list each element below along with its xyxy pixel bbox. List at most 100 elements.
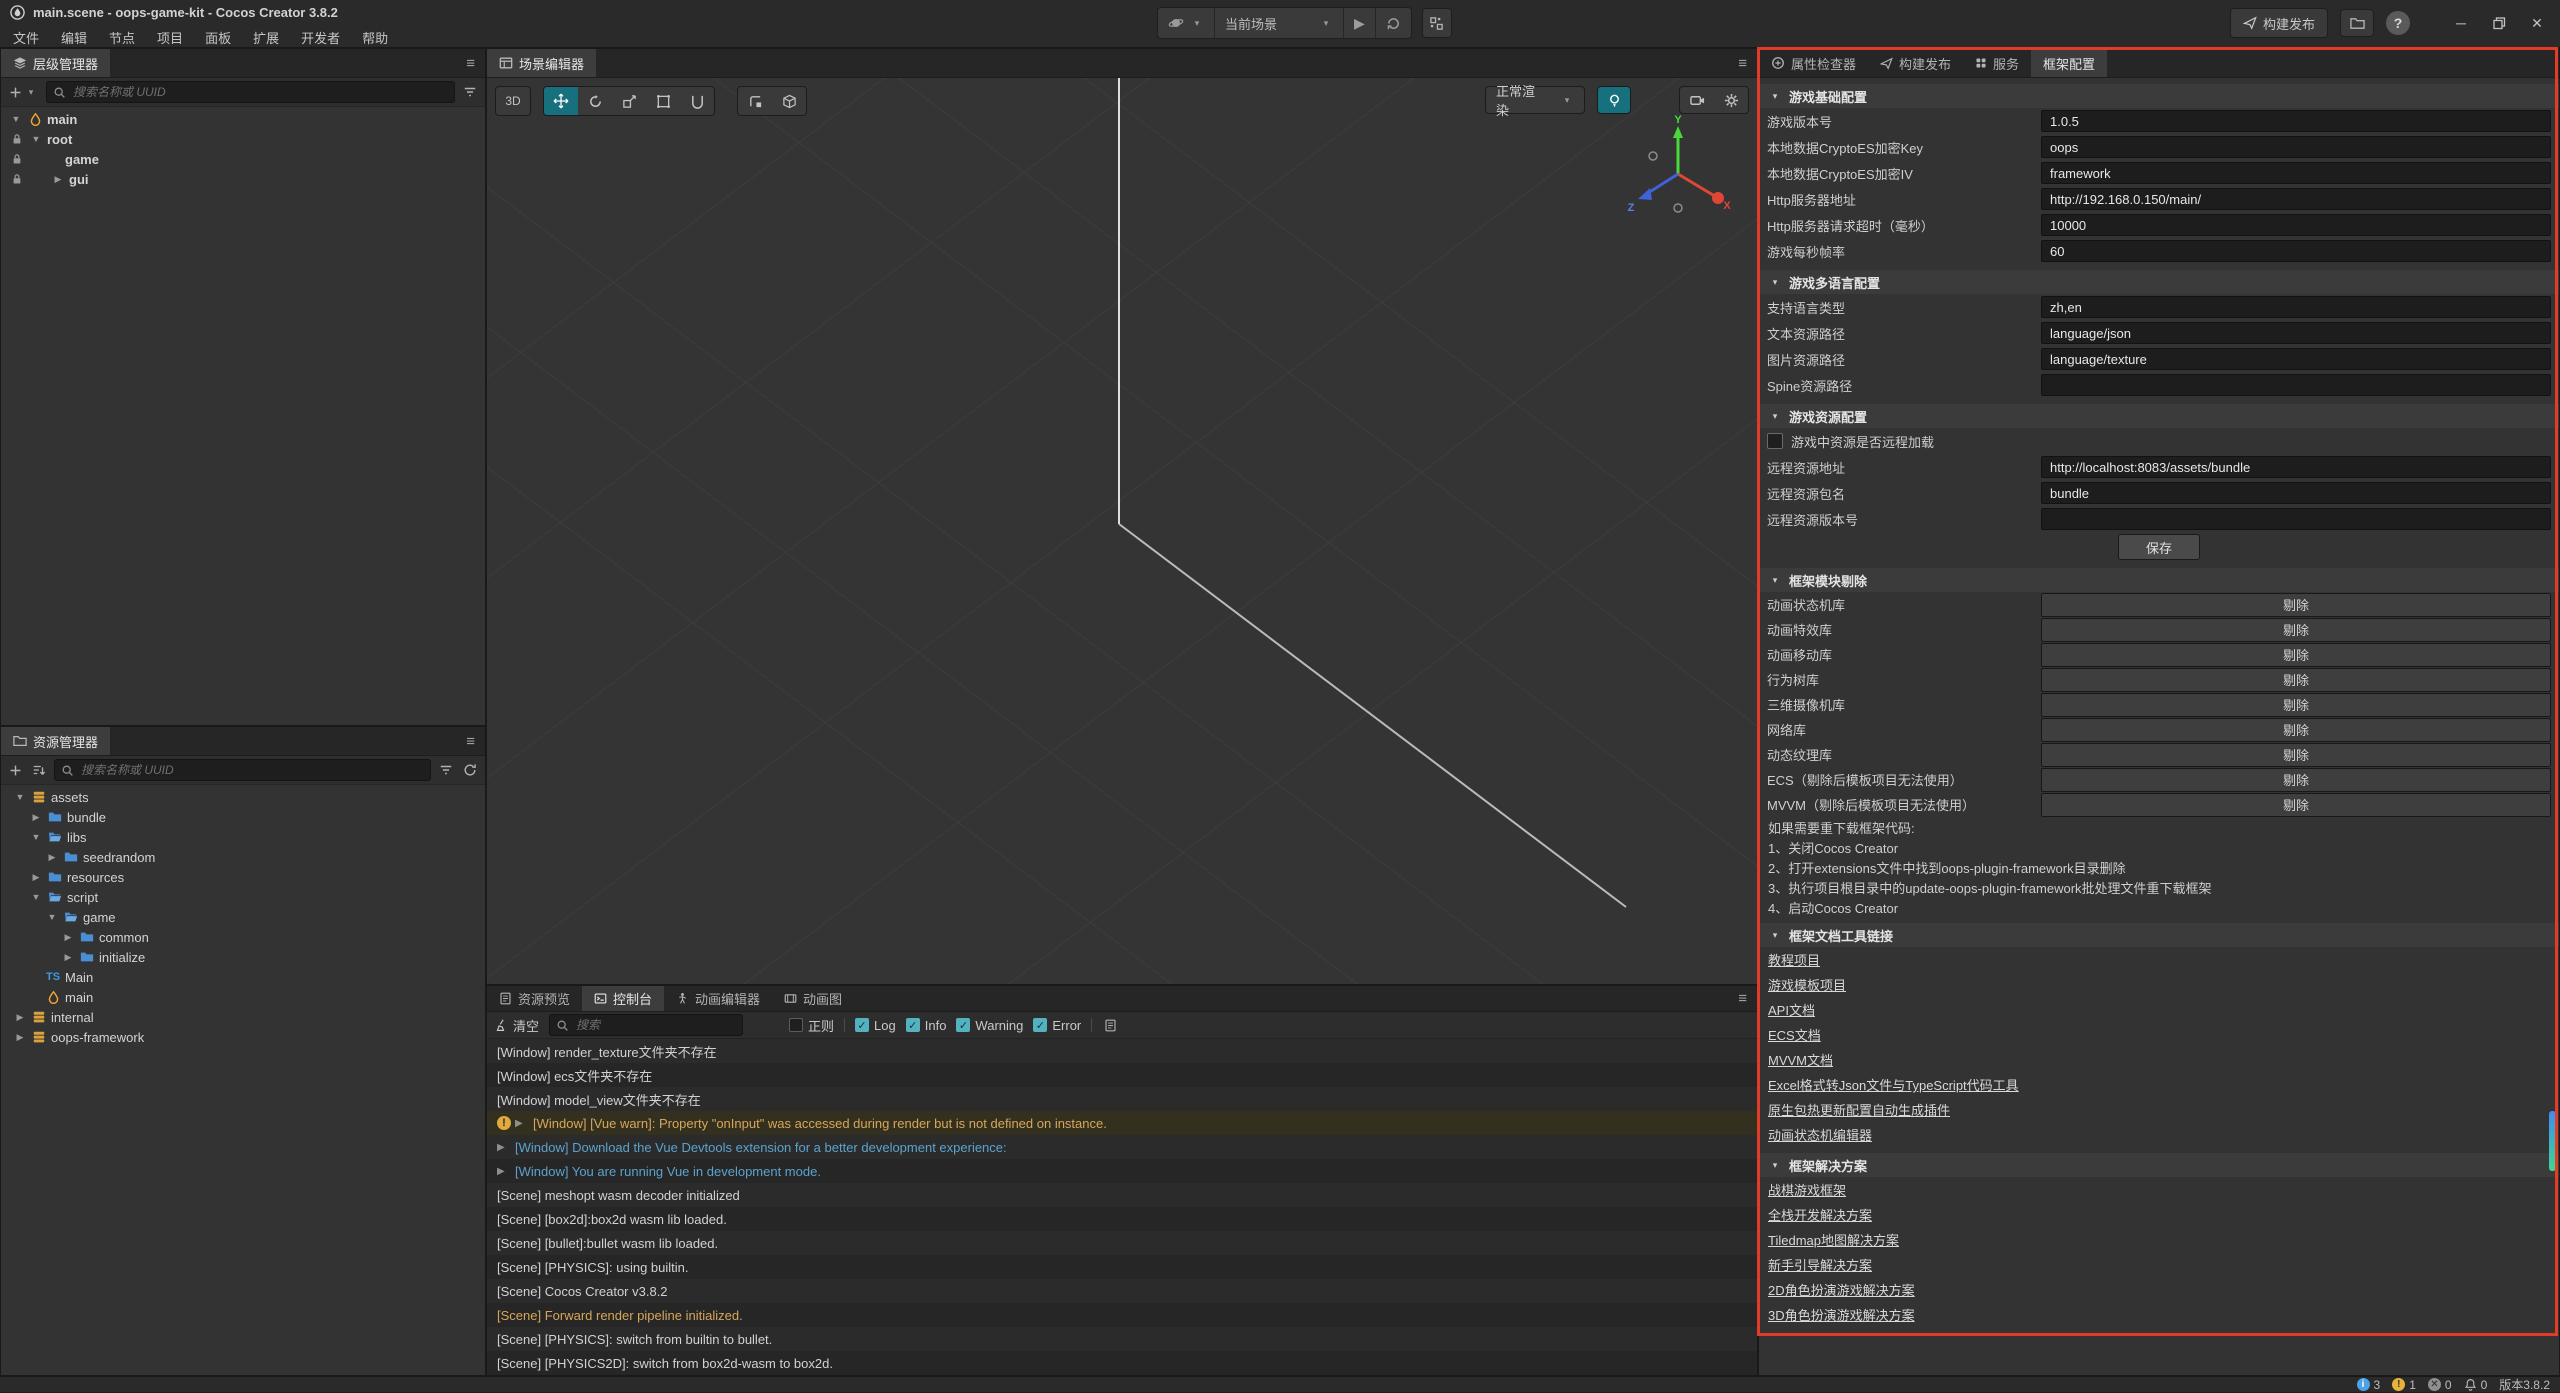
section-solutions[interactable]: ▾框架解决方案 [1759, 1153, 2559, 1177]
lock-icon[interactable] [9, 173, 25, 185]
projection-3d-button[interactable]: 3D [496, 87, 530, 115]
link-tutorial-project[interactable]: 教程项目 [1759, 947, 2559, 972]
collapse-icon[interactable]: ▶ [61, 952, 75, 963]
play-button[interactable]: ▶ [1344, 8, 1376, 38]
log-file-button[interactable] [1102, 1019, 1119, 1032]
filter-error-checkbox[interactable]: ✓Error [1033, 1018, 1081, 1033]
link-3d-rpg-solution[interactable]: 3D角色扮演游戏解决方案 [1759, 1302, 2559, 1327]
lock-icon[interactable] [9, 133, 25, 145]
remove-anim-effect-button[interactable]: 剔除 [2041, 618, 2551, 642]
asset-node-internal[interactable]: ▶internal [1, 1007, 485, 1027]
filter-log-checkbox[interactable]: ✓Log [855, 1018, 896, 1033]
tree-node-gui[interactable]: ▶ gui [1, 169, 485, 189]
section-doc-links[interactable]: ▾框架文档工具链接 [1759, 923, 2559, 947]
asset-node-resources[interactable]: ▶resources [1, 867, 485, 887]
link-hotupdate-plugin[interactable]: 原生包热更新配置自动生成插件 [1759, 1097, 2559, 1122]
section-module-slim[interactable]: ▾框架模块剔除 [1759, 568, 2559, 592]
coordinate-toggle-button[interactable] [772, 87, 806, 115]
remote-res-bundle-input[interactable] [2041, 482, 2551, 504]
expand-icon[interactable]: ▼ [29, 134, 43, 144]
menu-help[interactable]: 帮助 [351, 25, 399, 50]
menu-file[interactable]: 文件 [2, 25, 50, 50]
link-fullstack-solution[interactable]: 全栈开发解决方案 [1759, 1202, 2559, 1227]
tree-node-game[interactable]: game [1, 149, 485, 169]
tab-assets[interactable]: 资源管理器 [1, 727, 110, 755]
asset-node-oops-framework[interactable]: ▶oops-framework [1, 1027, 485, 1047]
hierarchy-search[interactable] [46, 81, 455, 103]
hierarchy-filter-icon[interactable] [461, 85, 479, 99]
log-row-warning[interactable]: [Scene] Forward render pipeline initiali… [487, 1303, 1757, 1327]
build-publish-button[interactable]: 构建发布 [2230, 8, 2328, 38]
collapse-icon[interactable]: ▶ [45, 852, 59, 863]
spine-res-path-input[interactable] [2041, 374, 2551, 396]
scene-viewport[interactable]: 3D 正常渲染 ▾ Y [487, 78, 1757, 984]
hierarchy-menu-icon[interactable]: ≡ [456, 55, 485, 72]
log-row[interactable]: [Scene] Cocos Creator v3.8.2 [487, 1279, 1757, 1303]
menu-project[interactable]: 项目 [146, 25, 194, 50]
link-2d-rpg-solution[interactable]: 2D角色扮演游戏解决方案 [1759, 1277, 2559, 1302]
tab-animation-graph[interactable]: 动画图 [772, 986, 854, 1011]
link-guide-solution[interactable]: 新手引导解决方案 [1759, 1252, 2559, 1277]
tree-node-root[interactable]: ▼ root [1, 129, 485, 149]
status-error[interactable]: ✕ 0 [2428, 1378, 2452, 1392]
remove-network-button[interactable]: 剔除 [2041, 718, 2551, 742]
asset-node-script[interactable]: ▼script [1, 887, 485, 907]
menu-developer[interactable]: 开发者 [290, 25, 351, 50]
tab-console[interactable]: 控制台 [582, 986, 664, 1011]
lighting-toggle-button[interactable] [1598, 87, 1630, 113]
http-server-input[interactable] [2041, 188, 2551, 210]
scene-gear-button[interactable] [1714, 87, 1748, 113]
scene-select-dropdown[interactable]: 当前场景 ▾ [1215, 8, 1344, 38]
game-version-input[interactable] [2041, 110, 2551, 132]
link-template-project[interactable]: 游戏模板项目 [1759, 972, 2559, 997]
log-row[interactable]: [Scene] meshopt wasm decoder initialized [487, 1183, 1757, 1207]
console-log-list[interactable]: [Window] render_texture文件夹不存在 [Window] e… [487, 1039, 1757, 1375]
log-row[interactable]: [Window] model_view文件夹不存在 [487, 1087, 1757, 1111]
hierarchy-search-input[interactable] [71, 84, 448, 100]
asset-node-seedrandom[interactable]: ▶seedrandom [1, 847, 485, 867]
asset-node-main-ts[interactable]: TSMain [1, 967, 485, 987]
assets-search-input[interactable] [79, 762, 424, 778]
restart-button[interactable] [1376, 8, 1411, 38]
section-game-resource[interactable]: ▾游戏资源配置 [1759, 404, 2559, 428]
frame-rate-input[interactable] [2041, 240, 2551, 262]
link-api-doc[interactable]: API文档 [1759, 997, 2559, 1022]
save-button[interactable]: 保存 [2118, 534, 2200, 560]
remove-camera3d-button[interactable]: 剔除 [2041, 693, 2551, 717]
log-row-warning[interactable]: !▶[Window] [Vue warn]: Property "onInput… [487, 1111, 1757, 1135]
expand-icon[interactable]: ▼ [29, 832, 43, 842]
pivot-toggle-button[interactable] [738, 87, 772, 115]
http-timeout-input[interactable] [2041, 214, 2551, 236]
collapse-icon[interactable]: ▶ [51, 174, 65, 185]
platform-selector[interactable]: ▾ [1158, 8, 1215, 38]
remove-ecs-button[interactable]: 剔除 [2041, 768, 2551, 792]
section-multi-language[interactable]: ▾游戏多语言配置 [1759, 270, 2559, 294]
console-search[interactable] [549, 1014, 743, 1036]
clear-console-button[interactable]: 清空 [495, 1016, 539, 1035]
collapse-icon[interactable]: ▶ [13, 1032, 27, 1043]
expand-icon[interactable]: ▼ [29, 892, 43, 902]
rect-tool-button[interactable] [646, 87, 680, 115]
axis-gizmo[interactable]: Y X Z [1623, 114, 1733, 224]
log-row[interactable]: [Window] render_texture文件夹不存在 [487, 1039, 1757, 1063]
log-row[interactable]: [Window] ecs文件夹不存在 [487, 1063, 1757, 1087]
inspector-scrollbar[interactable] [2549, 1111, 2556, 1171]
filter-info-checkbox[interactable]: ✓Info [906, 1018, 947, 1033]
menu-node[interactable]: 节点 [98, 25, 146, 50]
link-animator-editor[interactable]: 动画状态机编辑器 [1759, 1122, 2559, 1147]
log-row-info[interactable]: ▶[Window] You are running Vue in develop… [487, 1159, 1757, 1183]
log-row[interactable]: [Scene] [PHYSICS]: using builtin. [487, 1255, 1757, 1279]
remote-load-checkbox[interactable] [1767, 433, 1783, 449]
tab-framework-config[interactable]: 框架配置 [2031, 49, 2107, 77]
expand-log-icon[interactable]: ▶ [497, 1166, 511, 1177]
expand-icon[interactable]: ▼ [9, 114, 23, 124]
assets-filter-icon[interactable] [437, 763, 455, 777]
asset-node-bundle[interactable]: ▶bundle [1, 807, 485, 827]
move-tool-button[interactable] [544, 87, 578, 115]
language-types-input[interactable] [2041, 296, 2551, 318]
render-mode-dropdown[interactable]: 正常渲染 ▾ [1485, 86, 1585, 114]
asset-node-initialize[interactable]: ▶initialize [1, 947, 485, 967]
log-row[interactable]: [Scene] [bullet]:bullet wasm lib loaded. [487, 1231, 1757, 1255]
collapse-icon[interactable]: ▶ [29, 812, 43, 823]
collapse-icon[interactable]: ▶ [13, 1012, 27, 1023]
